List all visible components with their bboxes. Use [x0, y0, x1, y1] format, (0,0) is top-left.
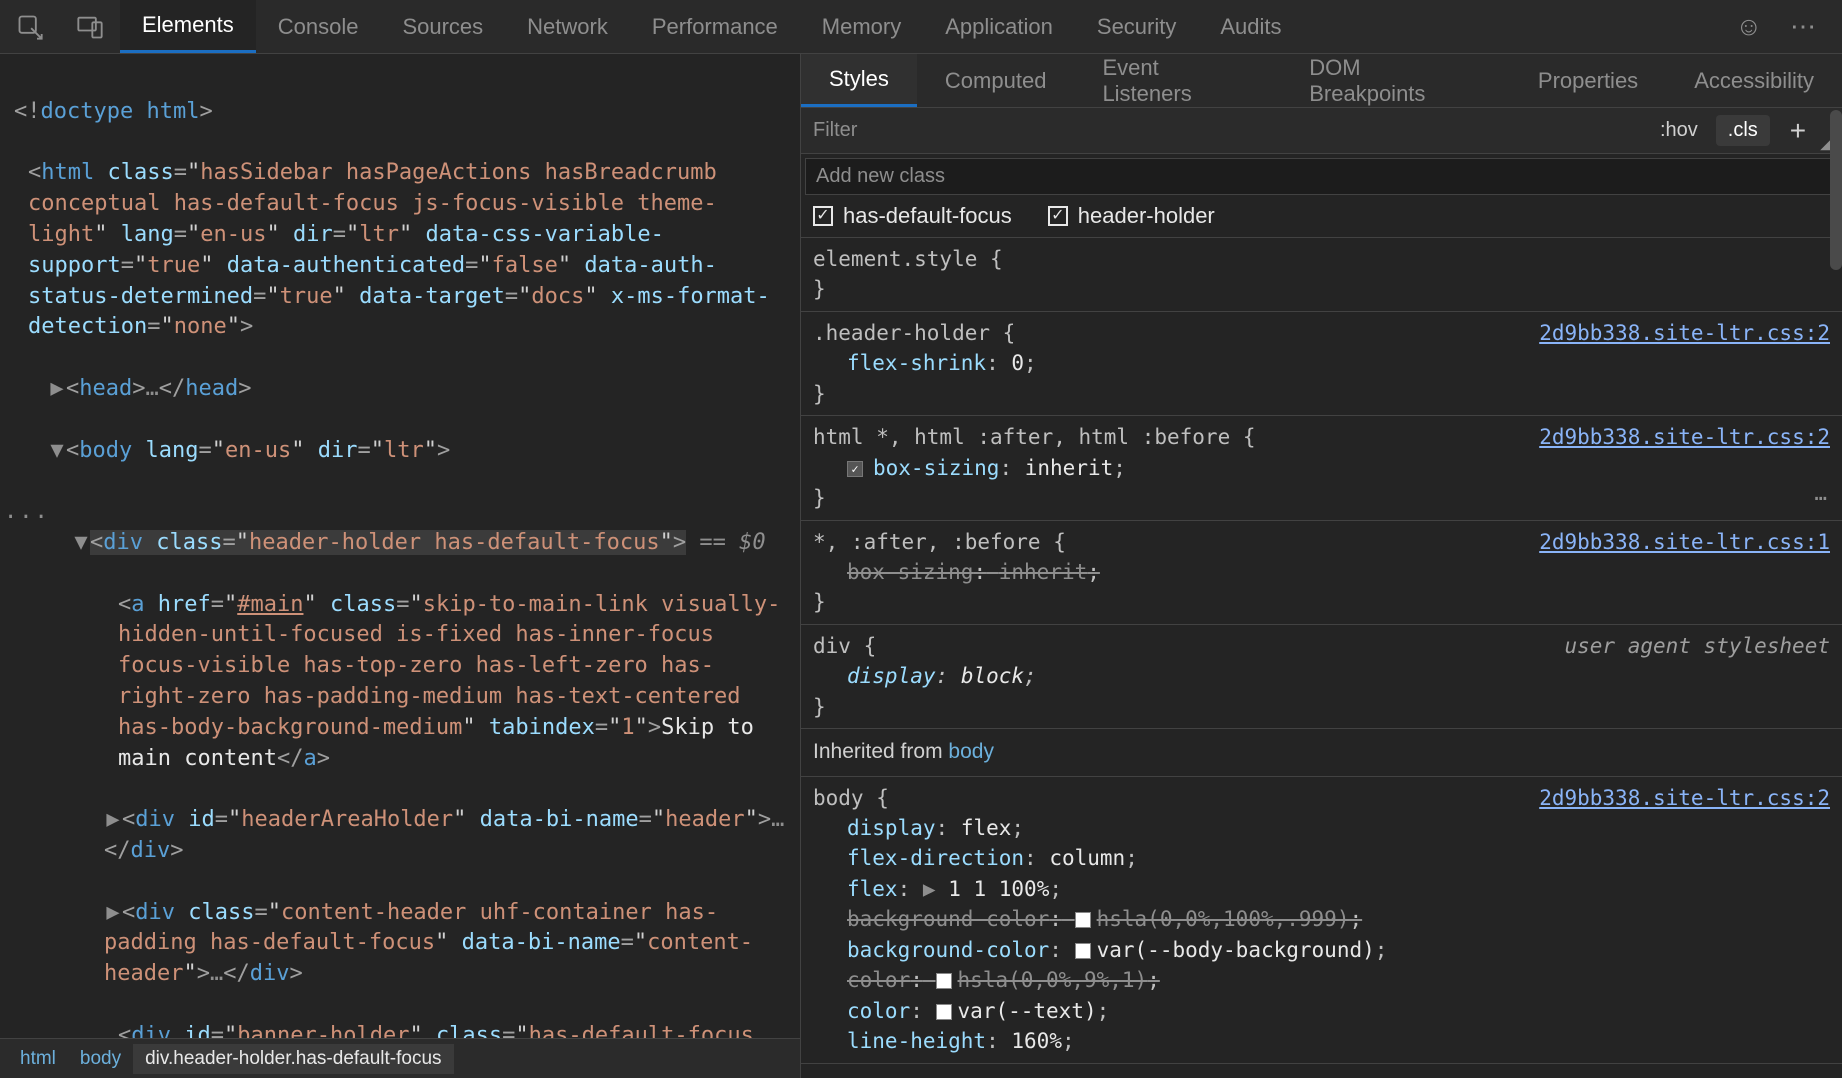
tab-sources[interactable]: Sources — [380, 0, 505, 53]
source-link[interactable]: 2d9bb338.site-ltr.css:2 — [1539, 318, 1830, 348]
color-swatch-icon[interactable] — [1075, 912, 1091, 928]
styles-panel: Styles Computed Event Listeners DOM Brea… — [800, 54, 1842, 1078]
expand-icon[interactable]: ▶ — [48, 374, 66, 405]
user-agent-label: user agent stylesheet — [1564, 631, 1830, 661]
source-link[interactable]: 2d9bb338.site-ltr.css:2 — [1539, 422, 1830, 452]
subtab-properties[interactable]: Properties — [1510, 54, 1666, 107]
styles-subtabs: Styles Computed Event Listeners DOM Brea… — [801, 54, 1842, 108]
tab-security[interactable]: Security — [1075, 0, 1198, 53]
inherited-from-link[interactable]: body — [948, 740, 994, 763]
feedback-icon[interactable]: ☺ — [1735, 11, 1762, 42]
property-checkbox[interactable] — [847, 461, 863, 477]
css-rule[interactable]: 2d9bb338.site-ltr.css:1 *, :after, :befo… — [801, 521, 1842, 625]
hov-toggle[interactable]: :hov — [1648, 115, 1710, 146]
collapse-icon[interactable]: ▼ — [48, 436, 66, 467]
css-rule[interactable]: user agent stylesheet div { display: blo… — [801, 625, 1842, 729]
subtab-computed[interactable]: Computed — [917, 54, 1075, 107]
elements-panel: <!doctype html> <html class="hasSidebar … — [0, 54, 800, 1078]
source-link[interactable]: 2d9bb338.site-ltr.css:1 — [1539, 527, 1830, 557]
css-rules-list: element.style { } 2d9bb338.site-ltr.css:… — [801, 238, 1842, 1078]
collapse-icon[interactable]: ▼ — [72, 528, 90, 559]
inspect-element-icon[interactable] — [0, 0, 60, 53]
css-rule[interactable]: 2d9bb338.site-ltr.css:2 .header-holder {… — [801, 312, 1842, 416]
toggle-device-icon[interactable] — [60, 0, 120, 53]
css-rule[interactable]: 2d9bb338.site-ltr.css:2 html *, html :af… — [801, 416, 1842, 520]
tree-row-menu-icon[interactable]: ... — [0, 497, 50, 528]
more-icon[interactable]: ⋯ — [1814, 483, 1830, 513]
tab-application[interactable]: Application — [923, 0, 1075, 53]
filter-input[interactable]: Filter — [801, 119, 1648, 142]
tab-console[interactable]: Console — [256, 0, 381, 53]
tab-audits[interactable]: Audits — [1198, 0, 1303, 53]
expand-shorthand-icon[interactable]: ▶ — [923, 877, 948, 901]
new-style-rule-icon[interactable]: + — [1776, 115, 1820, 147]
tab-network[interactable]: Network — [505, 0, 630, 53]
color-swatch-icon[interactable] — [1075, 943, 1091, 959]
css-rule[interactable]: element.style { } — [801, 238, 1842, 312]
top-tabs: Elements Console Sources Network Perform… — [120, 0, 1713, 53]
dom-tree[interactable]: <!doctype html> <html class="hasSidebar … — [0, 54, 800, 1038]
selected-dom-node[interactable]: <div class="header-holder has-default-fo… — [90, 530, 686, 555]
crumb-body[interactable]: body — [68, 1044, 133, 1074]
add-class-input[interactable]: Add new class — [805, 158, 1838, 195]
subtab-dom-breakpoints[interactable]: DOM Breakpoints — [1281, 54, 1510, 107]
color-swatch-icon[interactable] — [936, 1004, 952, 1020]
class-toggle[interactable]: ✓has-default-focus — [813, 203, 1012, 229]
tab-performance[interactable]: Performance — [630, 0, 800, 53]
dom-breadcrumb: html body div.header-holder.has-default-… — [0, 1038, 800, 1078]
color-swatch-icon[interactable] — [936, 973, 952, 989]
class-toggle-row: ✓has-default-focus ✓header-holder — [801, 195, 1842, 238]
more-menu-icon[interactable]: ⋯ — [1790, 11, 1820, 42]
crumb-selected[interactable]: div.header-holder.has-default-focus — [133, 1044, 453, 1074]
subtab-accessibility[interactable]: Accessibility — [1666, 54, 1842, 107]
css-rule[interactable]: 2d9bb338.site-ltr.css:2 body { display: … — [801, 777, 1842, 1064]
styles-filter-bar: Filter :hov .cls + ◢ — [801, 108, 1842, 154]
tab-memory[interactable]: Memory — [800, 0, 923, 53]
source-link[interactable]: 2d9bb338.site-ltr.css:2 — [1539, 783, 1830, 813]
crumb-html[interactable]: html — [8, 1044, 68, 1074]
expand-icon[interactable]: ▶ — [104, 805, 122, 836]
class-toggle[interactable]: ✓header-holder — [1048, 203, 1215, 229]
expand-icon[interactable]: ▶ — [104, 898, 122, 929]
tab-elements[interactable]: Elements — [120, 0, 256, 53]
inherited-from-separator: Inherited from body — [801, 729, 1842, 776]
cls-toggle[interactable]: .cls — [1716, 115, 1770, 146]
subtab-event-listeners[interactable]: Event Listeners — [1074, 54, 1281, 107]
subtab-styles[interactable]: Styles — [801, 54, 917, 107]
devtools-top-tabbar: Elements Console Sources Network Perform… — [0, 0, 1842, 54]
scrollbar-thumb[interactable] — [1830, 110, 1842, 270]
